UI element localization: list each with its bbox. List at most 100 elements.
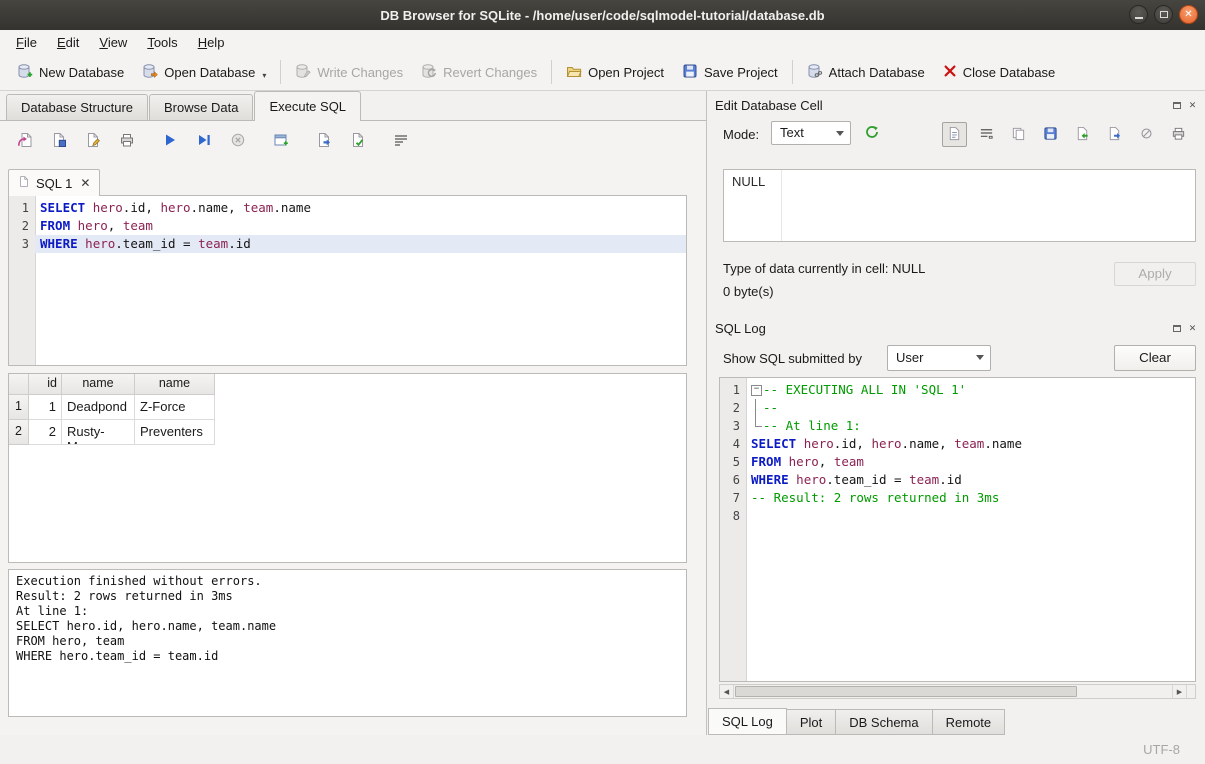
cell-id[interactable]: 1 <box>29 395 62 420</box>
sql-log-panel-title: SQL Log <box>715 321 766 336</box>
log-horizontal-scrollbar[interactable]: ◀ ▶ <box>719 684 1196 699</box>
print-button[interactable] <box>114 129 139 154</box>
cell-hero-name[interactable]: Rusty-Man <box>62 420 135 445</box>
cell-team-name[interactable]: Preventers <box>135 420 215 445</box>
text-mode-button[interactable] <box>942 122 967 147</box>
tab-browse-data[interactable]: Browse Data <box>149 94 253 120</box>
save-results-button[interactable] <box>345 129 370 154</box>
wrap-lines-button[interactable] <box>974 122 999 147</box>
table-row[interactable]: 11DeadpondZ-Force <box>9 395 686 420</box>
menubar: File Edit View Tools Help <box>0 30 1205 54</box>
float-panel-icon[interactable] <box>1170 322 1183 335</box>
column-header-hero-name[interactable]: name <box>62 374 135 395</box>
execute-current-line-button[interactable] <box>191 129 216 154</box>
minimize-button[interactable] <box>1129 5 1148 24</box>
word-wrap-button[interactable] <box>388 129 413 154</box>
tab-sql-log[interactable]: SQL Log <box>708 708 787 735</box>
window-titlebar[interactable]: DB Browser for SQLite - /home/user/code/… <box>0 0 1205 30</box>
toolbar-separator <box>551 60 552 84</box>
execute-all-button[interactable] <box>157 129 182 154</box>
open-query-tab-icon <box>273 132 289 151</box>
sql-editor-line[interactable]: 2FROM hero, team <box>9 217 686 235</box>
cell-editor[interactable]: NULL <box>723 169 1196 242</box>
attach-database-button[interactable]: Attach Database <box>798 58 934 87</box>
close-database-button[interactable]: Close Database <box>934 59 1065 86</box>
sql-log-view[interactable]: 1-- EXECUTING ALL IN 'SQL 1'2--3-- At li… <box>719 377 1196 682</box>
cell-hero-name[interactable]: Deadpond <box>62 395 135 420</box>
fold-marker-icon[interactable] <box>751 381 763 399</box>
save-sql-file-button[interactable] <box>46 129 71 154</box>
menu-view[interactable]: View <box>89 32 137 53</box>
sql1-tab[interactable]: SQL 1 ✕ <box>8 169 100 196</box>
copy-cell-button[interactable] <box>1006 122 1031 147</box>
open-database-label: Open Database <box>164 65 255 80</box>
sql-log-filter-select[interactable]: User <box>887 345 991 371</box>
close-panel-icon[interactable]: ✕ <box>1186 99 1199 112</box>
clear-log-button[interactable]: Clear <box>1114 345 1196 371</box>
save-project-button[interactable]: Save Project <box>673 58 787 87</box>
open-project-button[interactable]: Open Project <box>557 58 673 87</box>
scroll-right-icon[interactable]: ▶ <box>1172 685 1186 698</box>
menu-edit[interactable]: Edit <box>47 32 89 53</box>
scroll-left-icon[interactable]: ◀ <box>720 685 734 698</box>
tab-plot[interactable]: Plot <box>786 709 836 735</box>
text-mode-icon <box>947 126 962 144</box>
sql-log-line[interactable]: 8 <box>720 507 1195 525</box>
open-database-button[interactable]: Open Database ▾ <box>133 58 275 87</box>
save-project-icon <box>682 63 698 82</box>
statusbar: UTF-8 <box>0 735 1205 764</box>
open-query-tab-button[interactable] <box>268 129 293 154</box>
sql-editor-line[interactable]: 1SELECT hero.id, hero.name, team.name <box>9 199 686 217</box>
maximize-button[interactable] <box>1154 5 1173 24</box>
menu-help[interactable]: Help <box>188 32 235 53</box>
tab-database-structure[interactable]: Database Structure <box>6 94 148 120</box>
sql-log-line[interactable]: 1-- EXECUTING ALL IN 'SQL 1' <box>720 381 1195 399</box>
cell-editor-toolbar <box>942 122 1191 147</box>
stop-button <box>225 129 250 154</box>
save-sql-file-as-button[interactable] <box>80 129 105 154</box>
tab-remote[interactable]: Remote <box>932 709 1006 735</box>
export-cell-button[interactable] <box>1102 122 1127 147</box>
revert-changes-button: Revert Changes <box>412 58 546 87</box>
save-cell-button[interactable] <box>1038 122 1063 147</box>
float-window-icon <box>1173 102 1181 109</box>
sql-log-line[interactable]: 4SELECT hero.id, hero.name, team.name <box>720 435 1195 453</box>
new-database-button[interactable]: New Database <box>8 58 133 87</box>
maximize-icon <box>1160 11 1168 18</box>
tab-db-schema[interactable]: DB Schema <box>835 709 932 735</box>
sql-editor-line[interactable]: 3WHERE hero.team_id = team.id <box>9 235 686 253</box>
float-panel-icon[interactable] <box>1170 99 1183 112</box>
sql-log-line[interactable]: 2-- <box>720 399 1195 417</box>
print-cell-button[interactable] <box>1166 122 1191 147</box>
execute-all-icon <box>162 132 178 151</box>
close-tab-icon[interactable]: ✕ <box>80 176 90 190</box>
menu-file[interactable]: File <box>6 32 47 53</box>
tab-execute-sql[interactable]: Execute SQL <box>254 91 361 121</box>
auto-mode-button[interactable] <box>859 121 884 146</box>
line-number: 3 <box>9 235 35 253</box>
cell-team-name[interactable]: Z-Force <box>135 395 215 420</box>
results-grid: id name name 11DeadpondZ-Force22Rusty-Ma… <box>8 373 687 563</box>
open-sql-file-button[interactable] <box>12 129 37 154</box>
menu-tools[interactable]: Tools <box>137 32 187 53</box>
sql-log-line[interactable]: 5FROM hero, team <box>720 453 1195 471</box>
sql-log-line[interactable]: 6WHERE hero.team_id = team.id <box>720 471 1195 489</box>
close-button[interactable]: ✕ <box>1179 5 1198 24</box>
set-null-button[interactable] <box>1134 122 1159 147</box>
scrollbar-track[interactable] <box>734 685 1172 698</box>
sql-log-line[interactable]: 7-- Result: 2 rows returned in 3ms <box>720 489 1195 507</box>
open-database-dropdown-icon[interactable]: ▾ <box>262 71 266 82</box>
table-row[interactable]: 22Rusty-ManPreventers <box>9 420 686 445</box>
window-title: DB Browser for SQLite - /home/user/code/… <box>380 8 824 23</box>
edit-cell-panel-title: Edit Database Cell <box>715 98 823 113</box>
close-panel-icon[interactable]: ✕ <box>1186 322 1199 335</box>
column-header-id[interactable]: id <box>29 374 62 395</box>
import-cell-button[interactable] <box>1070 122 1095 147</box>
export-results-button[interactable] <box>311 129 336 154</box>
mode-select[interactable]: Text <box>771 121 851 145</box>
sql-editor[interactable]: 1SELECT hero.id, hero.name, team.name2FR… <box>8 195 687 366</box>
scrollbar-thumb[interactable] <box>735 686 1077 697</box>
sql-log-line[interactable]: 3-- At line 1: <box>720 417 1195 435</box>
column-header-team-name[interactable]: name <box>135 374 215 395</box>
cell-id[interactable]: 2 <box>29 420 62 445</box>
